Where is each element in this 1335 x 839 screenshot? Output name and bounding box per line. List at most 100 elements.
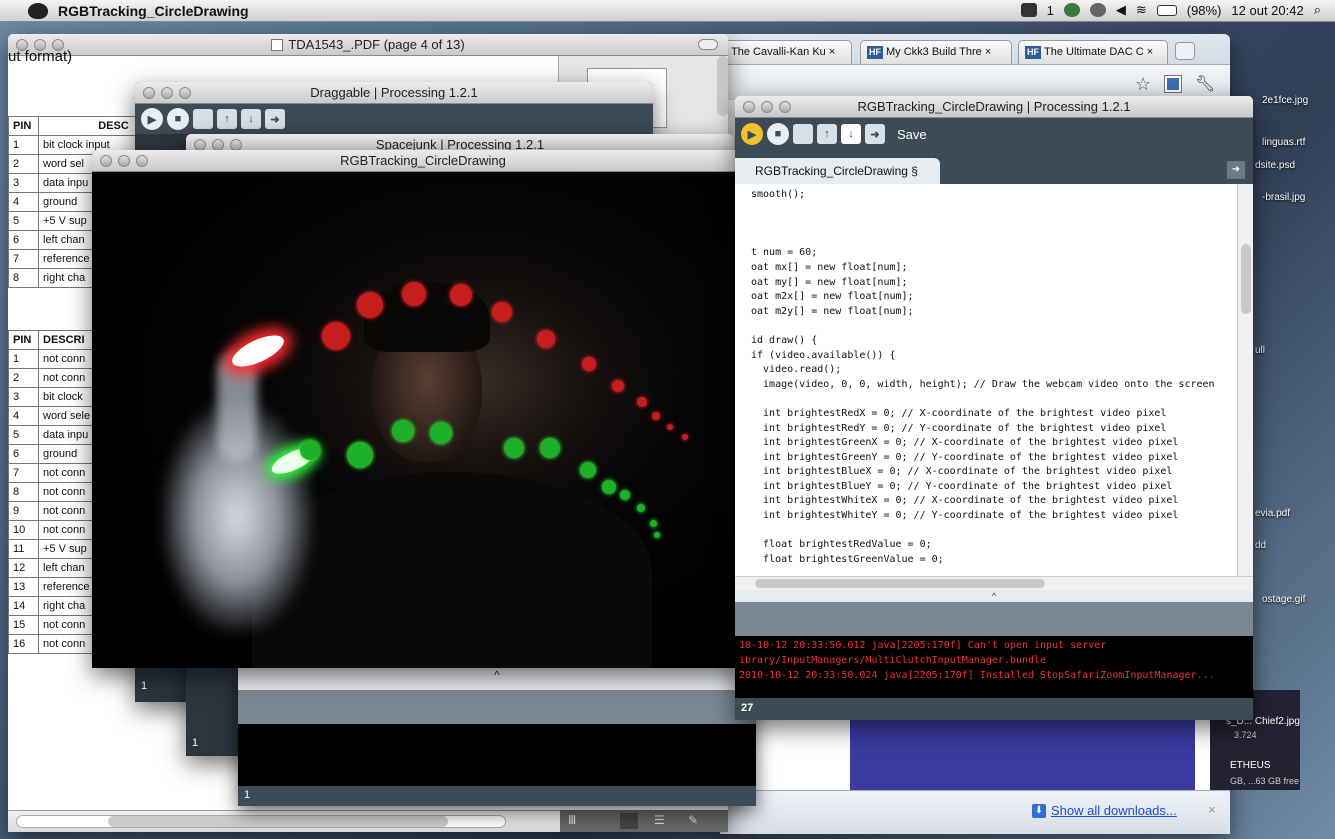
close-icon[interactable]: × (1147, 46, 1153, 58)
code-line: int brightestRedY = 0; // Y-coordinate o… (751, 422, 1167, 434)
new-tab-button[interactable] (1175, 42, 1195, 60)
red-trail-dot (682, 434, 688, 440)
disk-space: GB, ...63 GB free (1230, 776, 1300, 786)
save-label: Save (897, 126, 927, 142)
star-icon[interactable]: ☆ (1135, 74, 1151, 95)
favicon-icon: HF (867, 46, 883, 59)
single-view-icon[interactable] (620, 813, 638, 829)
close-window-button[interactable] (100, 155, 112, 167)
stop-icon[interactable]: ■ (167, 108, 189, 130)
minimize-window-button[interactable] (161, 87, 173, 99)
export-icon[interactable]: ➜ (865, 124, 885, 144)
browser-tab[interactable]: HF The Ultimate DAC C × (1018, 40, 1168, 64)
code-line: smooth(); (751, 189, 806, 200)
zoom-window-button[interactable] (179, 87, 191, 99)
pencil-icon[interactable]: ✎ (688, 813, 698, 827)
new-icon[interactable] (793, 124, 813, 144)
zoom-window-button[interactable] (136, 155, 148, 167)
message-area (735, 602, 1253, 636)
code-area[interactable]: smooth(); t num = 60; oat mx[] = new float… (735, 184, 1235, 576)
sidebar-scrollbar[interactable] (717, 56, 728, 116)
play-icon[interactable]: ▶ (141, 108, 163, 130)
app-menu[interactable]: RGBTracking_CircleDrawing (58, 3, 249, 19)
code-line: if (video.available()) { (751, 349, 896, 361)
minimize-window-button[interactable] (761, 101, 773, 113)
wrench-icon[interactable]: 🔧︎ (1195, 74, 1215, 94)
scroll-thumb[interactable] (1241, 244, 1251, 314)
desktop-file[interactable]: ostage.gif (1262, 594, 1305, 605)
status-icon[interactable] (1020, 3, 1037, 17)
code-line: float brightestGreenValue = 0; (751, 553, 944, 565)
pin-number: 10 (8, 520, 39, 540)
save-icon[interactable]: ↓ (241, 109, 261, 129)
battery-icon[interactable] (1156, 4, 1177, 16)
search-icon[interactable]: ⌕ (1314, 2, 1321, 18)
desktop-file[interactable]: linguas.rtf (1262, 137, 1305, 148)
show-all-downloads-link[interactable]: Show all downloads... (1051, 803, 1177, 818)
editor-window: RGBTracking_CircleDrawing | Processing 1… (735, 96, 1253, 720)
open-icon[interactable]: ↑ (217, 109, 237, 129)
collapse-handle[interactable]: ^ (238, 668, 756, 690)
red-trail-dot (637, 397, 647, 407)
green-trail-dot (504, 438, 524, 458)
pin-number: 14 (8, 596, 39, 616)
desktop-file[interactable]: 2e1fce.jpg (1262, 95, 1308, 106)
list-view-icon[interactable]: ☰ (654, 813, 665, 827)
editor-toolbar: ▶ ■ ↑ ↓ ➜ Save (735, 118, 1253, 150)
browser-tab[interactable]: The Cavalli-Kan Ku × (724, 40, 852, 64)
line-number: 1 (192, 737, 199, 749)
new-icon[interactable] (193, 109, 213, 129)
desktop-file[interactable]: dd (1255, 540, 1266, 551)
grid-view-icon[interactable]: Ⅲ (568, 813, 576, 827)
close-window-button[interactable] (743, 101, 755, 113)
close-icon[interactable]: × (1208, 802, 1216, 817)
vertical-scrollbar[interactable] (1237, 184, 1253, 576)
pin-number: 1 (8, 135, 39, 155)
minimize-window-button[interactable] (118, 155, 130, 167)
close-icon[interactable]: × (985, 46, 991, 58)
sync-icon[interactable] (1063, 3, 1080, 17)
console-output: 10-10-12 20:33:50.012 java[2205:170f] Ca… (735, 636, 1253, 698)
scroll-thumb[interactable] (108, 816, 448, 827)
line-number: 1 (141, 680, 148, 692)
desktop-file[interactable]: ull (1255, 345, 1265, 356)
browser-tab[interactable]: HF My Ckk3 Build Thre × (860, 40, 1012, 64)
green-trail-dot (540, 438, 560, 458)
scroll-thumb[interactable] (755, 579, 1045, 588)
webcam-canvas (92, 172, 754, 668)
pin-number: 1 (8, 349, 39, 369)
code-line: t num = 60; (751, 247, 818, 259)
toolbar-toggle-button[interactable] (698, 39, 718, 50)
desktop-file[interactable]: -brasil.jpg (1262, 192, 1305, 203)
export-icon[interactable]: ➜ (265, 109, 285, 129)
stop-icon[interactable]: ■ (767, 123, 789, 145)
pin-number: 11 (8, 539, 39, 559)
console-line: 2010-10-12 20:33:50.024 java[2205:170f] … (739, 670, 1215, 681)
pin-number: 4 (8, 192, 39, 212)
eye-icon[interactable] (1089, 3, 1106, 17)
pin-number: 2 (8, 154, 39, 174)
play-icon[interactable]: ▶ (741, 123, 763, 145)
clock[interactable]: 12 out 20:42 (1231, 3, 1303, 18)
line-bar: 1 (238, 786, 756, 806)
zoom-window-button[interactable] (779, 101, 791, 113)
red-trail-dot (537, 330, 555, 348)
pin-number: 8 (8, 482, 39, 502)
green-trail-dot (620, 490, 630, 500)
horizontal-scrollbar[interactable] (735, 576, 1253, 590)
extension-icon[interactable] (1165, 76, 1181, 92)
close-window-button[interactable] (143, 87, 155, 99)
open-icon[interactable]: ↑ (817, 124, 837, 144)
desktop-file[interactable]: dsite.psd (1255, 160, 1295, 171)
apple-icon[interactable] (28, 2, 48, 19)
volume-icon[interactable]: ◀ (1116, 2, 1126, 18)
close-icon[interactable]: × (829, 46, 835, 58)
save-icon[interactable]: ↓ (841, 124, 861, 144)
wifi-icon[interactable]: ≋ (1136, 2, 1147, 18)
tab-menu-arrow-icon[interactable]: ➜ (1227, 161, 1245, 179)
status-bar (238, 690, 756, 724)
code-line: oat mx[] = new float[num]; (751, 261, 908, 273)
desktop-file[interactable]: evia.pdf (1255, 508, 1290, 519)
collapse-handle[interactable]: ^ (735, 590, 1253, 602)
sketch-tab[interactable]: RGBTracking_CircleDrawing § (735, 158, 940, 184)
